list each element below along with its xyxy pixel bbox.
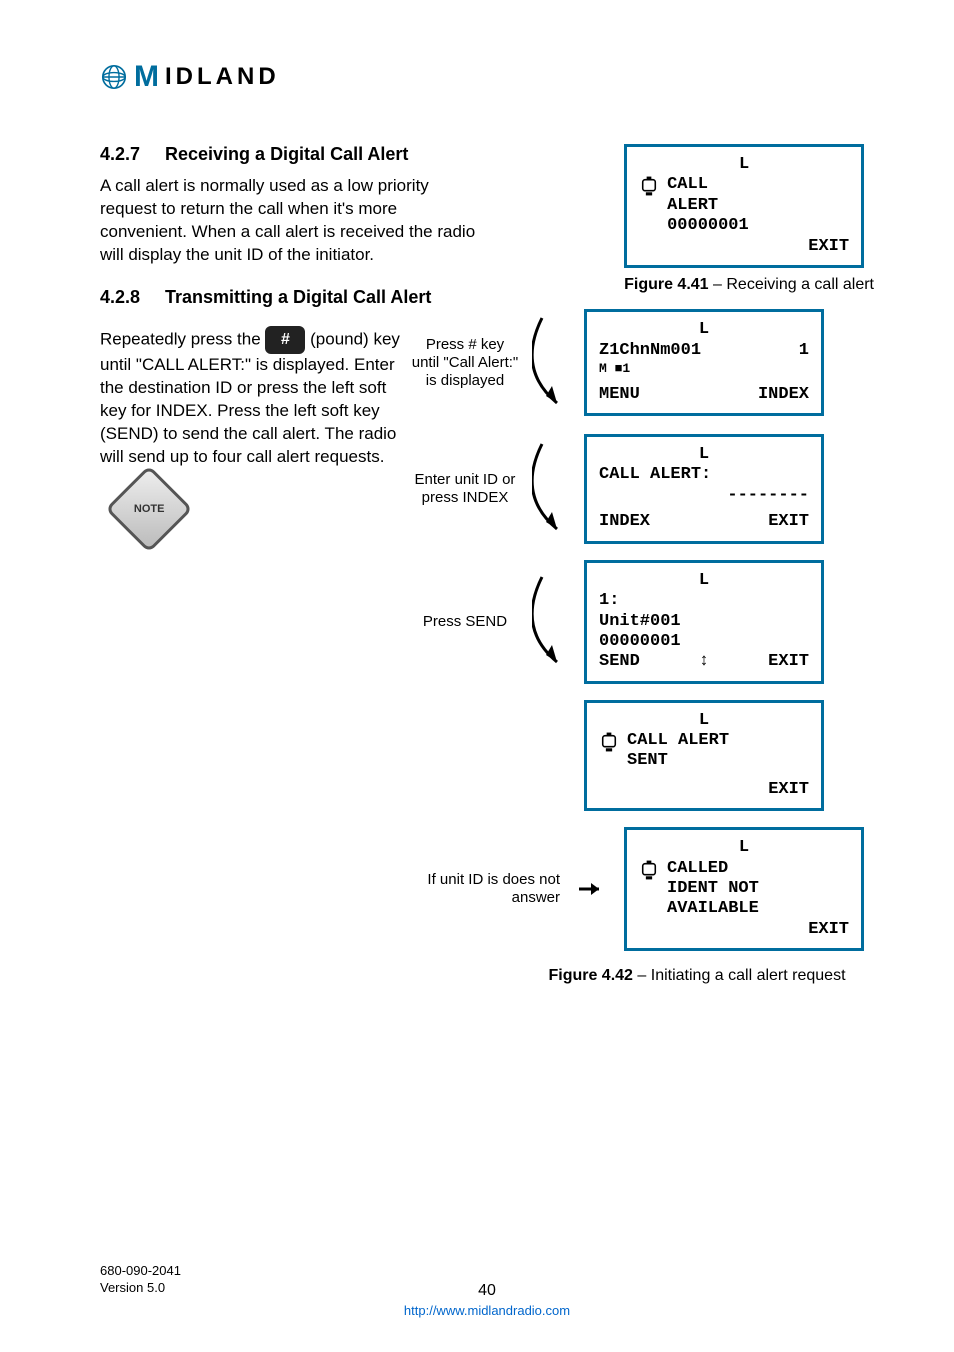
heading-title: Receiving a Digital Call Alert <box>165 144 408 164</box>
figure-caption-442: Figure 4.42 – Initiating a call alert re… <box>530 967 864 985</box>
lcd-line: CALL <box>667 175 749 195</box>
lcd-line: 1: <box>599 591 809 611</box>
lcd-line: AVAILABLE <box>667 899 759 919</box>
lcd-sent: L CALL ALERT SENT EXIT <box>584 700 824 812</box>
flow-label-d: If unit ID is does not answer <box>410 871 560 907</box>
lcd-softkey-send: SEND <box>599 652 640 672</box>
footer-url: http://www.midlandradio.com <box>100 1303 874 1318</box>
lcd-signal: L <box>599 711 809 731</box>
lcd-line: 00000001 <box>599 632 809 652</box>
lcd-line: CALLED <box>667 859 759 879</box>
lcd-softkey-exit: EXIT <box>768 512 809 532</box>
flow-label-b: Enter unit ID or press INDEX <box>410 471 520 507</box>
figure-caption-441: Figure 4.41 – Receiving a call alert <box>624 276 874 294</box>
lcd-softkey-index: INDEX <box>599 512 650 532</box>
brand-logo: MIDLAND <box>100 60 874 94</box>
flow-label-a: Press # key until "Call Alert:" is displ… <box>410 336 520 390</box>
paragraph-428: Repeatedly press the # (pound) key until… <box>100 326 400 469</box>
bell-icon <box>639 859 659 881</box>
lcd-home: L Z1ChnNm001 1 M ■1 MENU INDEX <box>584 309 824 416</box>
page-number: 40 <box>478 1282 496 1300</box>
lcd-channel-num: 1 <box>799 341 809 361</box>
text-after-key: (pound) key until "CALL ALERT:" is displ… <box>100 329 400 465</box>
figure-text: – Receiving a call alert <box>709 276 874 293</box>
lcd-icons: M ■1 <box>599 361 809 377</box>
lcd-softkey-menu: MENU <box>599 385 640 405</box>
lcd-scroll-icon: ↕ <box>699 652 709 672</box>
doc-version: Version 5.0 <box>100 1280 165 1295</box>
lcd-signal: L <box>599 320 809 340</box>
doc-number: 680-090-2041 <box>100 1263 181 1278</box>
heading-428: 4.2.8 Transmitting a Digital Call Alert <box>100 287 480 308</box>
flow-label-c: Press SEND <box>410 613 520 631</box>
lcd-line: Unit#001 <box>599 612 809 632</box>
globe-icon <box>100 63 128 91</box>
note-icon: NOTE <box>105 466 193 554</box>
heading-number: 4.2.7 <box>100 144 160 165</box>
pound-key-icon: # <box>265 326 305 354</box>
figure-text: – Initiating a call alert request <box>633 967 846 984</box>
figure-number: Figure 4.42 <box>548 967 632 984</box>
heading-title: Transmitting a Digital Call Alert <box>165 287 431 307</box>
page-footer: 680-090-2041 Version 5.0 40 http://www.m… <box>100 1263 874 1318</box>
lcd-line: CALL ALERT <box>627 731 729 751</box>
lcd-line: CALL ALERT: <box>599 465 809 485</box>
lcd-softkey-exit: EXIT <box>639 920 849 940</box>
lcd-line: SENT <box>627 751 729 771</box>
lcd-signal: L <box>639 838 849 858</box>
lcd-signal: L <box>639 155 849 175</box>
lcd-line: ALERT <box>667 196 749 216</box>
heading-427: 4.2.7 Receiving a Digital Call Alert <box>100 144 480 165</box>
arrow-right-icon <box>577 874 607 904</box>
bell-icon <box>639 175 659 197</box>
paragraph-427: A call alert is normally used as a low p… <box>100 175 480 267</box>
lcd-softkey-exit: EXIT <box>639 237 849 257</box>
lcd-call-alert-entry: L CALL ALERT: -------- INDEX EXIT <box>584 434 824 544</box>
lcd-signal: L <box>599 445 809 465</box>
lcd-softkey-exit: EXIT <box>768 652 809 672</box>
lcd-not-available: L CALLED IDENT NOT AVAILABLE EXIT <box>624 827 864 951</box>
text-before-key: Repeatedly press the <box>100 329 265 348</box>
arrow-icon <box>532 567 572 677</box>
lcd-softkey-index: INDEX <box>758 385 809 405</box>
arrow-icon <box>532 308 572 418</box>
lcd-index-list: L 1: Unit#001 00000001 SEND ↕ EXIT <box>584 560 824 684</box>
lcd-line: IDENT NOT <box>667 879 759 899</box>
lcd-line: 00000001 <box>667 216 749 236</box>
logo-text: IDLAND <box>165 63 280 91</box>
lcd-signal: L <box>599 571 809 591</box>
lcd-receive-alert: L CALL ALERT 00000001 EXIT <box>624 144 864 268</box>
bell-icon <box>599 731 619 753</box>
heading-number: 4.2.8 <box>100 287 160 308</box>
arrow-icon <box>532 434 572 544</box>
lcd-entry-field: -------- <box>599 486 809 506</box>
figure-number: Figure 4.41 <box>624 276 708 293</box>
lcd-line: Z1ChnNm001 <box>599 341 701 361</box>
note-label: NOTE <box>134 503 165 515</box>
lcd-softkey-exit: EXIT <box>599 780 809 800</box>
